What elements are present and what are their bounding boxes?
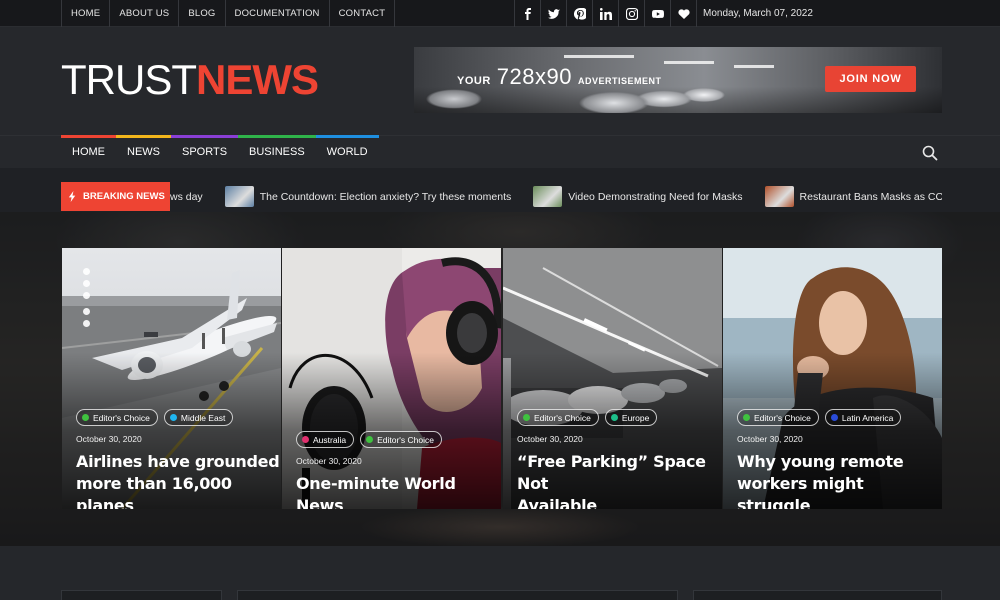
ticker-thumbnail — [533, 186, 563, 207]
breaking-news-label: BREAKING NEWS — [61, 182, 170, 211]
ad-suffix: Advertisement — [577, 76, 662, 86]
topnav-about-us[interactable]: ABOUT US — [110, 0, 180, 27]
site-logo[interactable]: TRUSTNEWS — [61, 56, 319, 103]
featured-card[interactable]: Editor's Choice Latin America October 30… — [723, 248, 942, 509]
breaking-news-ticker: BREAKING NEWS ws day The Countdown: Elect… — [0, 168, 1000, 212]
card-title[interactable]: Airlines have grounded more than 16,000 … — [76, 451, 281, 509]
logo-part-news: NEWS — [196, 56, 319, 103]
ticker-thumbnail — [764, 186, 794, 207]
facebook-icon[interactable] — [515, 0, 541, 27]
top-bar: HOME ABOUT US BLOG DOCUMENTATION CONTACT… — [0, 0, 1000, 27]
topnav-blog[interactable]: BLOG — [179, 0, 226, 27]
lightning-icon — [68, 191, 76, 202]
ticker-item[interactable]: Restaurant Bans Masks as COVID — [764, 186, 942, 207]
tag-editors-choice[interactable]: Editor's Choice — [517, 409, 599, 426]
card-tags: Editor's Choice Middle East — [76, 409, 234, 426]
tag-europe[interactable]: Europe — [604, 409, 658, 426]
slider-dot[interactable] — [83, 268, 90, 275]
current-date: Monday, March 07, 2022 — [703, 8, 813, 19]
advertisement-banner[interactable]: Your 728x90 Advertisement Join Now — [414, 47, 942, 113]
card-date: October 30, 2020 — [296, 456, 362, 466]
ticker-title: ws day — [170, 190, 203, 203]
slider-dot[interactable] — [83, 292, 90, 299]
slider-pagination — [83, 268, 90, 327]
slider-dot[interactable] — [83, 320, 90, 327]
ticker-track: ws day The Countdown: Election anxiety? T… — [170, 182, 942, 211]
card-date: October 30, 2020 — [517, 434, 583, 444]
card-date: October 30, 2020 — [737, 434, 803, 444]
ad-size: 728x90 — [496, 64, 572, 89]
tag-editors-choice[interactable]: Editor's Choice — [76, 409, 158, 426]
ad-prefix: Your — [457, 75, 491, 87]
tag-australia[interactable]: Australia — [296, 431, 355, 448]
featured-card[interactable]: Australia Editor's Choice October 30, 20… — [282, 248, 501, 509]
join-now-button[interactable]: Join Now — [825, 66, 916, 92]
slider-dot[interactable] — [83, 308, 90, 315]
topnav-documentation[interactable]: DOCUMENTATION — [226, 0, 330, 27]
card-title[interactable]: Why young remote workers might struggle — [737, 451, 942, 509]
mainnav-business[interactable]: BUSINESS — [238, 135, 316, 168]
logo-part-trust: TRUST — [61, 56, 197, 103]
mainnav-news[interactable]: NEWS — [116, 135, 171, 168]
heart-icon[interactable] — [671, 0, 697, 27]
card-tags: Editor's Choice Latin America — [737, 409, 902, 426]
card-tags: Australia Editor's Choice — [296, 431, 442, 448]
breaking-news-text: BREAKING NEWS — [83, 191, 165, 202]
tag-middle-east[interactable]: Middle East — [163, 409, 234, 426]
site-header: TRUSTNEWS Your 728x90 Advertisement Join… — [0, 27, 1000, 135]
ticker-title: The Countdown: Election anxiety? Try the… — [259, 190, 512, 203]
tag-editors-choice[interactable]: Editor's Choice — [737, 409, 819, 426]
ad-text: Your 728x90 Advertisement — [457, 64, 661, 90]
social-links — [514, 0, 697, 27]
content-box — [693, 590, 942, 600]
twitter-icon[interactable] — [541, 0, 567, 27]
content-box — [61, 590, 222, 600]
card-date: October 30, 2020 — [76, 434, 142, 444]
featured-card[interactable]: Editor's Choice Middle East October 30, … — [62, 248, 281, 509]
mainnav-sports[interactable]: SPORTS — [171, 135, 239, 168]
linkedin-icon[interactable] — [593, 0, 619, 27]
ticker-item[interactable]: ws day — [170, 191, 203, 203]
content-box — [237, 590, 678, 600]
tag-editors-choice[interactable]: Editor's Choice — [360, 431, 442, 448]
slider-dot[interactable] — [83, 280, 90, 287]
card-tags: Editor's Choice Europe — [517, 409, 658, 426]
featured-card[interactable]: Editor's Choice Europe October 30, 2020 … — [503, 248, 722, 509]
search-icon[interactable] — [922, 145, 938, 161]
ticker-title: Video Demonstrating Need for Masks — [568, 190, 743, 203]
mainnav-home[interactable]: HOME — [61, 135, 116, 168]
topnav-contact[interactable]: CONTACT — [330, 0, 396, 27]
ticker-thumbnail — [224, 186, 254, 207]
main-nav: HOME NEWS SPORTS BUSINESS WORLD — [0, 135, 1000, 168]
tag-latin-america[interactable]: Latin America — [824, 409, 902, 426]
ticker-item[interactable]: Video Demonstrating Need for Masks — [533, 186, 743, 207]
instagram-icon[interactable] — [619, 0, 645, 27]
pinterest-icon[interactable] — [567, 0, 593, 27]
top-nav: HOME ABOUT US BLOG DOCUMENTATION CONTACT — [61, 0, 396, 27]
mainnav-world[interactable]: WORLD — [315, 135, 379, 168]
ticker-title: Restaurant Bans Masks as COVID — [799, 190, 942, 203]
card-title[interactable]: “Free Parking” Space Not Available — [517, 451, 722, 509]
topnav-home[interactable]: HOME — [62, 0, 111, 27]
youtube-icon[interactable] — [645, 0, 671, 27]
card-title[interactable]: One-minute World News — [296, 473, 501, 509]
ticker-item[interactable]: The Countdown: Election anxiety? Try the… — [224, 186, 512, 207]
